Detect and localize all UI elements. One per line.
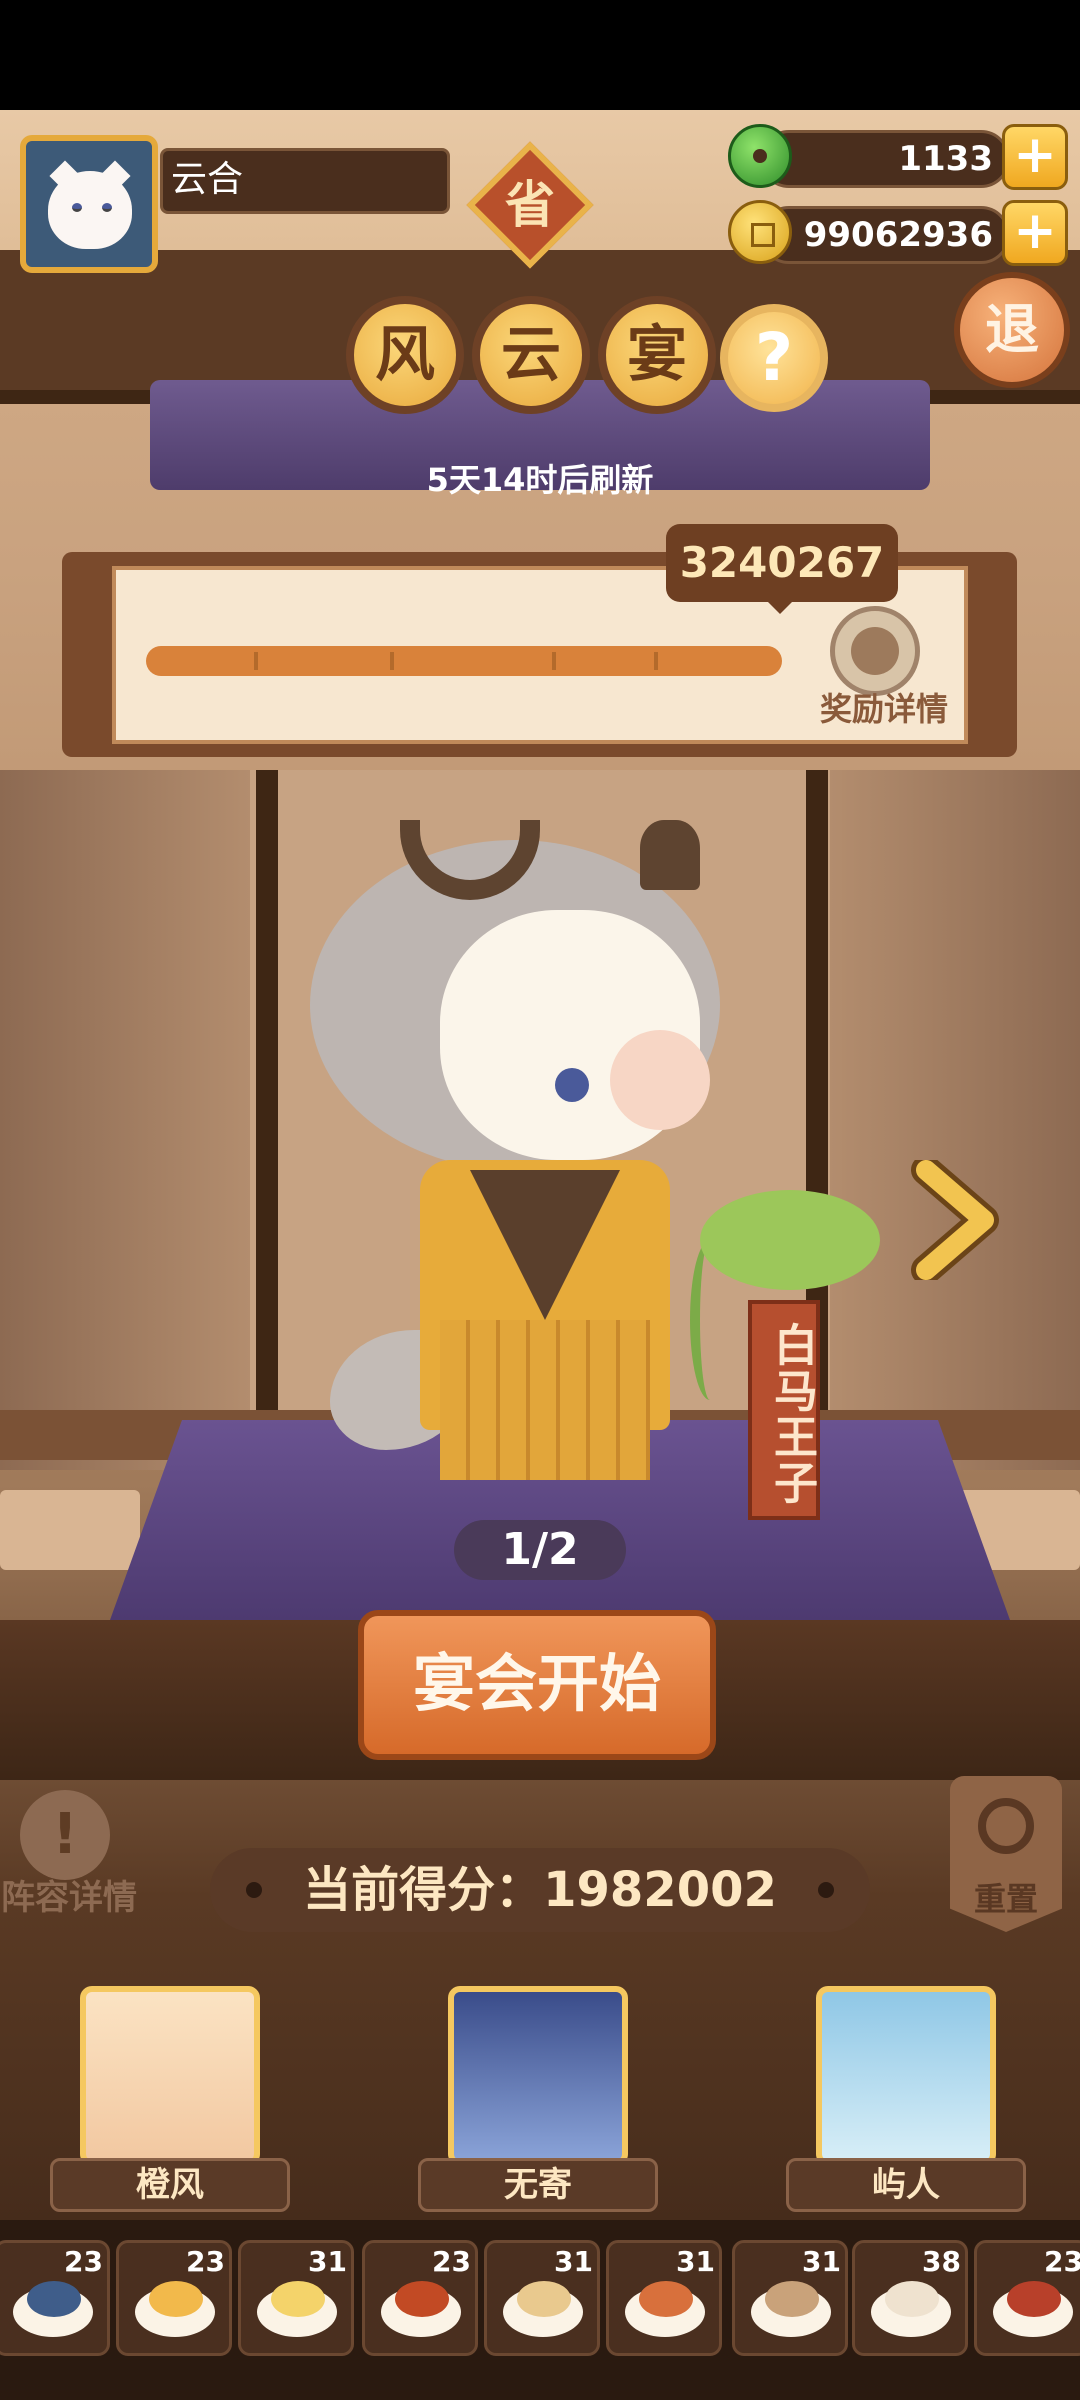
dish-item[interactable]: 23 [0,2240,110,2356]
hero-slot-2[interactable]: 无寄 [418,1986,658,2226]
dish-count: 31 [676,2245,715,2278]
progress-tick [254,652,258,670]
lotus-leaf [700,1190,880,1290]
dish-count: 31 [554,2245,593,2278]
player-name: 云合 [160,148,450,214]
progress-tick [390,652,394,670]
title-char-feng: 风 [346,296,464,414]
avatar-eye [72,203,82,212]
dish-count: 38 [922,2245,961,2278]
hero-portrait [80,1986,260,2166]
food-icon [1007,2281,1061,2317]
food-icon [395,2281,449,2317]
next-arrow-icon[interactable] [910,1160,1000,1280]
dish-count: 31 [802,2245,841,2278]
title-char-yan: 宴 [598,296,716,414]
coin-count: 99062936 [760,206,1010,264]
character-muzzle [610,1030,710,1130]
food-icon [639,2281,693,2317]
hero-name: 屿人 [786,2158,1026,2212]
dish-item[interactable]: 31 [238,2240,354,2356]
lineup-details-label: 阵容详情 [1,1878,137,1918]
province-badge[interactable]: 省 [485,160,575,250]
progress-tick [552,652,556,670]
dish-item[interactable]: 38 [852,2240,968,2356]
stage-pillar [256,770,278,1450]
progress-score: 3240267 [666,524,898,614]
quit-button[interactable]: 退 [954,272,1070,388]
bench-left [0,1490,140,1570]
hero-portrait [816,1986,996,2166]
score-dot [246,1882,262,1898]
exclamation-icon: ! [20,1790,110,1880]
hero-name: 无寄 [418,2158,658,2212]
character-skirt [440,1320,650,1480]
dish-item[interactable]: 23 [974,2240,1080,2356]
jade-icon [728,124,792,188]
avatar-face [48,171,132,249]
dish-item[interactable]: 23 [362,2240,478,2356]
food-icon [271,2281,325,2317]
character-horn [640,820,700,890]
avatar-eye [102,203,112,212]
food-icon [765,2281,819,2317]
player-avatar[interactable] [20,135,158,273]
food-icon [149,2281,203,2317]
refresh-timer: 5天14时后刷新 [426,461,654,499]
curtain-right [830,770,1080,1470]
dish-count: 31 [308,2245,347,2278]
add-coins-button[interactable]: + [1002,200,1068,266]
current-score: 当前得分：1982002 [210,1848,870,1932]
coin-icon [728,200,792,264]
reset-button[interactable]: 重置 [950,1776,1062,1932]
dish-item[interactable]: 31 [606,2240,722,2356]
food-icon [517,2281,571,2317]
progress-bar [146,646,782,676]
hero-name: 橙风 [50,2158,290,2212]
add-jade-button[interactable]: + [1002,124,1068,190]
dish-count: 23 [64,2245,103,2278]
hero-slot-1[interactable]: 橙风 [50,1986,290,2226]
dish-count: 23 [186,2245,225,2278]
curtain-left [0,770,250,1470]
hero-portrait [448,1986,628,2166]
dish-count: 23 [432,2245,471,2278]
reset-label: 重置 [973,1880,1038,1918]
character-pager: 1/2 [454,1520,626,1580]
reward-details-button[interactable]: 奖励详情 [804,684,964,728]
progress-tick [654,652,658,670]
score-dot [818,1882,834,1898]
refresh-icon [978,1798,1034,1854]
help-button[interactable]: ? [720,304,828,412]
dish-item[interactable]: 31 [484,2240,600,2356]
lineup-details-button[interactable]: ! 阵容详情 [0,1790,150,1920]
character-eye [555,1068,589,1102]
title-char-yun: 云 [472,296,590,414]
character-name-sign: 白马王子 [748,1300,820,1520]
start-banquet-button[interactable]: 宴会开始 [358,1610,716,1760]
food-icon [27,2281,81,2317]
jade-count: 1133 [760,130,1010,188]
dish-item[interactable]: 31 [732,2240,848,2356]
dish-count: 23 [1044,2245,1080,2278]
reward-chest-icon[interactable] [830,606,920,696]
food-icon [885,2281,939,2317]
hero-slot-3[interactable]: 屿人 [786,1986,1026,2226]
dish-item[interactable]: 23 [116,2240,232,2356]
